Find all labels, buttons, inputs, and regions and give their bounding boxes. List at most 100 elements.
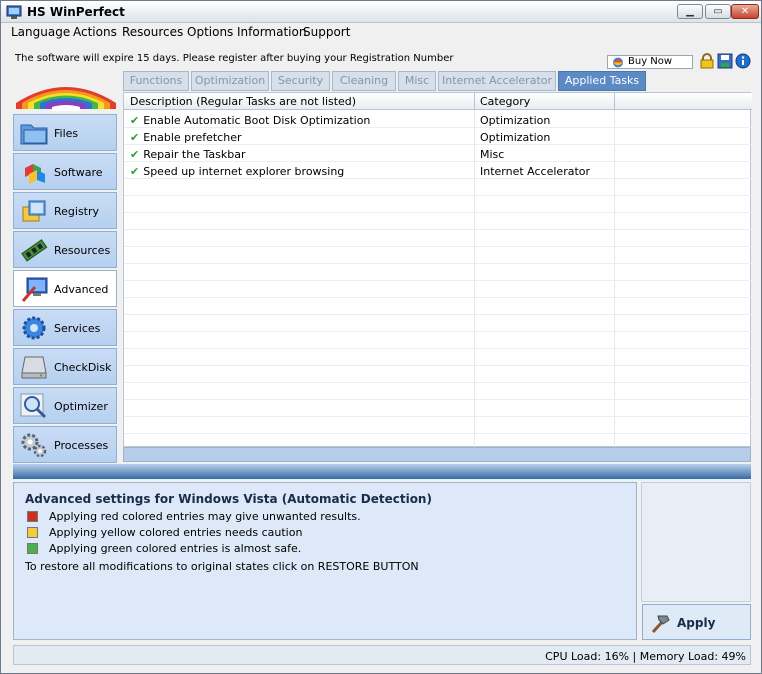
check-icon: ✔: [130, 131, 140, 144]
red-square-icon: [27, 511, 38, 522]
row-line: [124, 246, 752, 247]
nav-services[interactable]: Services: [13, 309, 117, 346]
lock-icon[interactable]: [699, 53, 715, 69]
row-category: Internet Accelerator: [480, 165, 591, 178]
tab-applied-tasks[interactable]: Applied Tasks: [558, 71, 646, 91]
row-line: [124, 263, 752, 264]
status-load-text: CPU Load: 16% | Memory Load: 49%: [545, 650, 746, 663]
nav-registry[interactable]: Registry: [13, 192, 117, 229]
row-description: Enable Automatic Boot Disk Optimization: [143, 114, 371, 127]
table-row[interactable]: ✔ Enable prefetcher: [130, 131, 241, 144]
nav-checkdisk[interactable]: CheckDisk: [13, 348, 117, 385]
menu-options[interactable]: Options: [187, 25, 233, 39]
software-icon: [25, 164, 45, 184]
nav-files[interactable]: Files: [13, 114, 117, 151]
green-square-icon: [27, 543, 38, 554]
row-line: [124, 178, 752, 179]
check-icon: ✔: [130, 165, 140, 178]
restore-hint: To restore all modifications to original…: [25, 560, 419, 573]
menu-bar: Language Actions Resources Options Infor…: [1, 23, 761, 42]
folder-icon: [20, 124, 48, 145]
apply-label: Apply: [677, 616, 716, 630]
nav-processes[interactable]: Processes: [13, 426, 117, 463]
hammer-icon: [651, 615, 670, 634]
check-icon: ✔: [130, 148, 140, 161]
tab-cleaning[interactable]: Cleaning: [332, 71, 396, 91]
row-line: [124, 331, 752, 332]
tab-functions[interactable]: Functions: [123, 71, 189, 91]
check-icon: ✔: [130, 114, 140, 127]
column-divider[interactable]: [474, 93, 475, 110]
table-row[interactable]: ✔ Repair the Taskbar: [130, 148, 245, 161]
row-description: Enable prefetcher: [143, 131, 242, 144]
window-title: HS WinPerfect: [27, 5, 125, 19]
advanced-icon: [21, 277, 48, 302]
row-line: [124, 433, 752, 434]
table-row[interactable]: ✔ Enable Automatic Boot Disk Optimization: [130, 114, 370, 127]
column-divider[interactable]: [614, 93, 615, 110]
nav-processes-label: Processes: [54, 439, 109, 452]
row-line: [124, 314, 752, 315]
row-category: Optimization: [480, 131, 551, 144]
column-header-description[interactable]: Description (Regular Tasks are not liste…: [130, 95, 356, 108]
tab-bar: Functions Optimization Security Cleaning…: [123, 71, 753, 91]
column-header-category[interactable]: Category: [480, 95, 530, 108]
nav-resources-label: Resources: [54, 244, 111, 257]
row-line: [124, 416, 752, 417]
services-icon: [22, 316, 46, 340]
nav-resources[interactable]: Resources: [13, 231, 117, 268]
menu-resources[interactable]: Resources: [122, 25, 183, 39]
table-header: Description (Regular Tasks are not liste…: [124, 93, 752, 110]
minimize-icon: ▁: [686, 6, 694, 17]
title-bar[interactable]: HS WinPerfect ▁ ▭ ✕: [1, 1, 761, 23]
close-button[interactable]: ✕: [731, 4, 759, 19]
tab-optimization[interactable]: Optimization: [191, 71, 269, 91]
row-line: [124, 127, 752, 128]
expiry-notice: The software will expire 15 days. Please…: [15, 53, 454, 64]
close-icon: ✕: [740, 6, 750, 17]
info-title: Advanced settings for Windows Vista (Aut…: [25, 492, 432, 506]
nav-software[interactable]: Software: [13, 153, 117, 190]
save-icon[interactable]: [717, 53, 733, 69]
nav-checkdisk-label: CheckDisk: [54, 361, 112, 374]
apply-button[interactable]: Apply: [642, 604, 751, 640]
nav-software-label: Software: [54, 166, 103, 179]
row-description: Repair the Taskbar: [143, 148, 246, 161]
app-window: HS WinPerfect ▁ ▭ ✕ Language Actions Res…: [0, 0, 762, 674]
status-bar: CPU Load: 16% | Memory Load: 49%: [13, 645, 751, 665]
nav-optimizer-label: Optimizer: [54, 400, 108, 413]
row-line: [124, 365, 752, 366]
registry-icon: [22, 200, 46, 222]
memory-icon: [21, 239, 48, 262]
row-category: Optimization: [480, 114, 551, 127]
row-category: Misc: [480, 148, 505, 161]
side-panel: [641, 482, 751, 602]
row-line: [124, 348, 752, 349]
row-line: [124, 195, 752, 196]
nav-registry-label: Registry: [54, 205, 100, 218]
row-description: Speed up internet explorer browsing: [143, 165, 345, 178]
nav-files-label: Files: [54, 127, 79, 140]
nav-advanced-label: Advanced: [54, 283, 109, 296]
menu-information[interactable]: Information: [237, 25, 306, 39]
row-line: [124, 229, 752, 230]
browser-icon: [613, 57, 623, 68]
menu-support[interactable]: Support: [303, 25, 350, 39]
info-icon[interactable]: [735, 53, 751, 69]
magnifier-icon: [20, 393, 47, 419]
tab-misc[interactable]: Misc: [398, 71, 436, 91]
table-row[interactable]: ✔ Speed up internet explorer browsing: [130, 165, 344, 178]
minimize-button[interactable]: ▁: [677, 4, 703, 19]
buy-now-label: Buy Now: [628, 56, 673, 67]
nav-optimizer[interactable]: Optimizer: [13, 387, 117, 424]
nav-advanced[interactable]: Advanced: [13, 270, 117, 307]
tab-internet-accelerator[interactable]: Internet Accelerator: [438, 71, 556, 91]
buy-now-button[interactable]: Buy Now: [607, 55, 693, 69]
tab-security[interactable]: Security: [271, 71, 330, 91]
menu-actions[interactable]: Actions: [73, 25, 117, 39]
yellow-square-icon: [27, 527, 38, 538]
maximize-button[interactable]: ▭: [705, 4, 731, 19]
app-icon: [6, 5, 22, 19]
row-line: [124, 212, 752, 213]
menu-language[interactable]: Language: [11, 25, 70, 39]
